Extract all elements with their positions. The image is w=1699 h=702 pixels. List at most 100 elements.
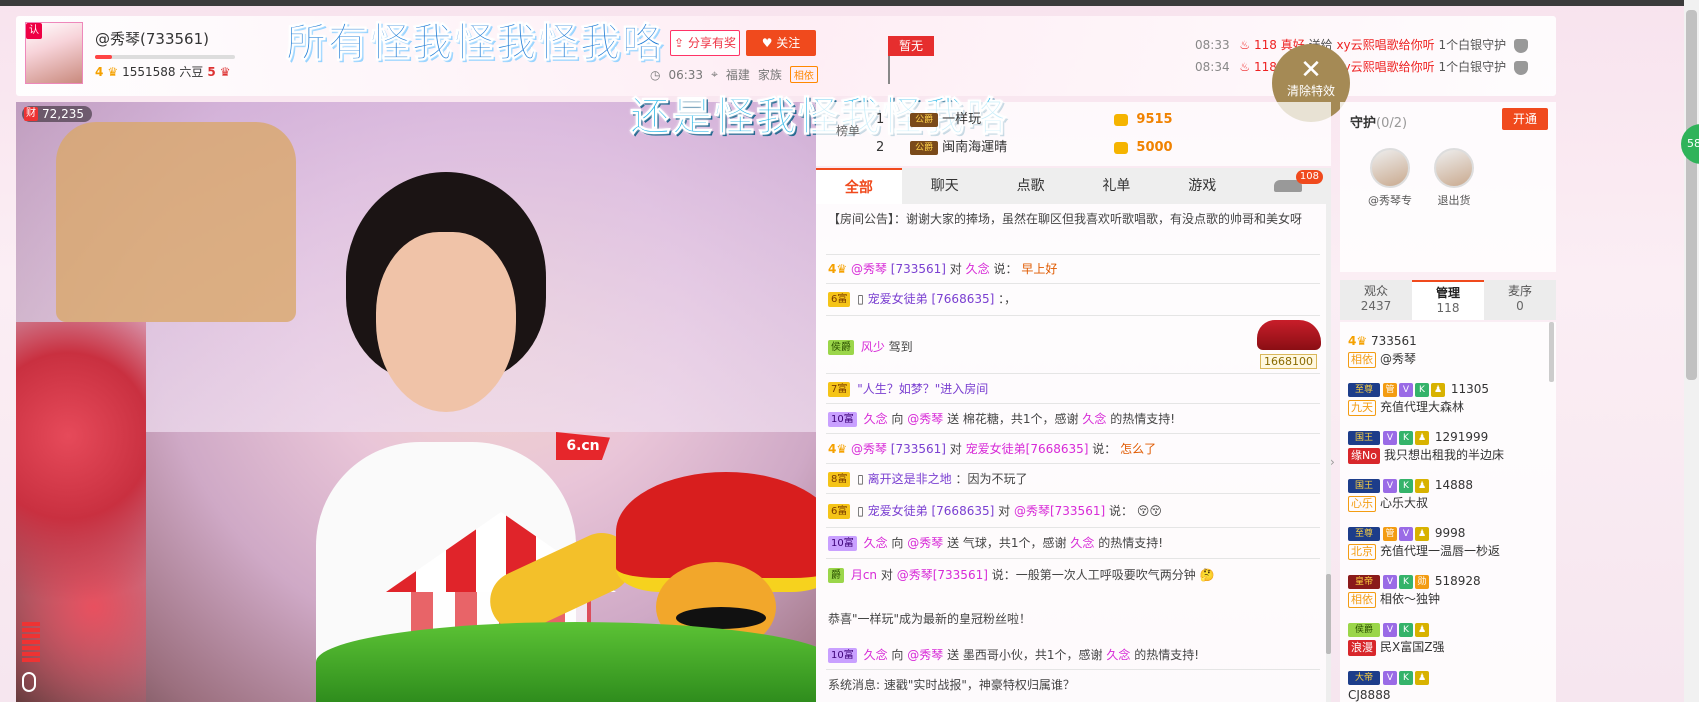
chat-target[interactable]: @秀琴	[907, 536, 943, 550]
open-guard-button[interactable]: 开通	[1502, 108, 1548, 130]
chat-user[interactable]: 久念	[864, 536, 888, 550]
chat-user[interactable]: 月cn	[851, 568, 877, 582]
follow-button[interactable]: ♥ 关注	[746, 30, 816, 56]
chat-message: 4♛ @秀琴 [733561] 对 久念 说： 早上好	[828, 260, 1318, 278]
page-scrollbar[interactable]	[1684, 0, 1699, 702]
clear-effects-label: 清除特效	[1286, 84, 1335, 98]
chat-verb: 对	[880, 568, 893, 582]
chat-target[interactable]: @秀琴	[907, 648, 943, 662]
gift-log: 08:33 ♨ 118 真好 送给 xy云熙唱歌给你听 1个白银守护 08:34…	[1195, 34, 1540, 78]
chat-verb: 向	[891, 412, 904, 426]
guard-avatar	[1434, 148, 1474, 188]
mic-icon[interactable]	[22, 672, 36, 692]
family-label: 家族	[757, 68, 782, 82]
tab-managers[interactable]: 管理 118	[1412, 280, 1484, 320]
gift-target[interactable]: xy云熙唱歌给你听	[1336, 60, 1434, 74]
rank-row[interactable]: 1 公爵 一样玩 9515	[876, 106, 1306, 134]
tab-gift[interactable]: 礼单	[1073, 168, 1159, 204]
rank-label[interactable]: 榜单	[836, 122, 860, 139]
chat-tail: 的热情支持!	[1134, 648, 1200, 662]
chat-user[interactable]: 久念	[864, 412, 888, 426]
chat-target[interactable]: @秀琴[733561]	[897, 568, 988, 582]
k-icon: K	[1399, 670, 1413, 685]
collapse-arrow-icon[interactable]: ›	[1330, 455, 1340, 481]
crown-icon: ♛	[1356, 334, 1368, 348]
chat-thanks-user[interactable]: 久念	[1082, 412, 1106, 426]
guard-member[interactable]: 退出货	[1424, 148, 1484, 208]
guard-member[interactable]: @秀琴专	[1360, 148, 1420, 208]
chat-user[interactable]: 风少	[861, 340, 885, 354]
user-icon: ♟	[1415, 622, 1429, 637]
system-message[interactable]: 系统消息: 速戳"实时战报"，神豪特权归属谁？	[828, 676, 1318, 694]
scroll-thumb[interactable]	[1326, 574, 1331, 654]
user-icon: ♟	[1415, 526, 1429, 541]
chat-target[interactable]: @秀琴	[907, 412, 943, 426]
family-tag[interactable]: 相依	[789, 66, 818, 83]
tab-label: 观众	[1363, 284, 1388, 298]
chat-user[interactable]: 离开这是非之地	[868, 472, 952, 486]
list-item[interactable]: 国王 V K ♟ 14888 心乐 心乐大叔	[1348, 476, 1548, 512]
k-icon: K	[1399, 430, 1413, 445]
watermark-logo: 6.cn	[556, 432, 610, 460]
chat-user[interactable]: 宠爱女徒弟	[868, 292, 928, 306]
live-video[interactable]: 6.cn	[16, 102, 816, 702]
crown-icon: ♛	[836, 262, 848, 276]
gift-log-row: 08:34 ♨ 118 真好 送给 xy云熙唱歌给你听 1个白银守护	[1195, 56, 1540, 78]
chat-target[interactable]: @秀琴[733561]	[1014, 504, 1105, 518]
page-scroll-thumb[interactable]	[1686, 10, 1697, 380]
list-item[interactable]: 4♛ 733561 相依 @秀琴	[1348, 332, 1548, 368]
list-item[interactable]: 侯爵 V K ♟ 浪漫 民X富国Z强	[1348, 620, 1548, 656]
list-item[interactable]: 大帝 V K ♟ CJ8888	[1348, 668, 1548, 702]
manager-list: 4♛ 733561 相依 @秀琴 至尊管 V K ♟ 11305 九天 充值代理大森林 国…	[1340, 322, 1556, 702]
chat-say: 说：	[1092, 442, 1117, 456]
gift-target[interactable]: xy云熙唱歌给你听	[1336, 38, 1434, 52]
chat-scrollbar[interactable]	[1326, 204, 1331, 702]
volume-meter[interactable]	[22, 620, 40, 680]
tab-audience[interactable]: 观众 2437	[1340, 280, 1412, 320]
chat-user[interactable]: 久念	[864, 648, 888, 662]
anchor-name[interactable]: @秀琴(733561)	[95, 28, 209, 49]
flag-badge[interactable]: 暂无	[888, 36, 934, 56]
chat-text: 送 棉花糖，共1个，感谢	[947, 412, 1079, 426]
list-item[interactable]: 皇帝 V K 勋 518928 相依 相依～独钟	[1348, 572, 1548, 608]
wealth-badge: 10富	[828, 536, 857, 551]
chat-user[interactable]: @秀琴	[851, 262, 887, 276]
rank-badge: 至尊	[1348, 526, 1380, 541]
gift-item: 1个白银守护	[1438, 38, 1507, 52]
shield-icon	[1513, 60, 1528, 75]
tab-all[interactable]: 全部	[816, 168, 902, 204]
tab-count: 118	[1436, 301, 1460, 315]
divider	[826, 403, 1320, 404]
tab-game[interactable]: 游戏	[1159, 168, 1245, 204]
fire-icon: ♨	[1239, 60, 1251, 74]
anchor-avatar[interactable]: 认	[25, 22, 83, 84]
list-item[interactable]: 至尊管 V K ♟ 11305 九天 充值代理大森林	[1348, 380, 1548, 416]
chat-thanks-user[interactable]: 久念	[1070, 536, 1094, 550]
chat-message: 爵 月cn 对 @秀琴[733561] 说：一般第一次人工呼吸要吹气两分钟 🤔	[828, 566, 1318, 584]
rank-badge: 大帝	[1348, 670, 1380, 685]
phone-icon: ▯	[857, 472, 864, 486]
tab-car[interactable]: 108	[1245, 168, 1331, 204]
live-time: 06:33	[668, 67, 704, 82]
chat-text: 早上好	[1021, 262, 1058, 276]
tab-chat[interactable]: 聊天	[902, 168, 988, 204]
list-scrollbar[interactable]	[1549, 322, 1554, 382]
chat-thanks-user[interactable]: 久念	[1106, 648, 1130, 662]
grass-effect	[316, 622, 816, 702]
room-notice: 【房间公告】：谢谢大家的捧场，虽然在聊区但我喜欢听歌唱歌，有没点歌的帅哥和美女呀	[828, 212, 1303, 226]
divider	[826, 433, 1320, 434]
list-item[interactable]: 国王 V K ♟ 1291999 缘No 我只想出租我的半边床	[1348, 428, 1548, 464]
divider	[826, 373, 1320, 374]
tab-song[interactable]: 点歌	[988, 168, 1074, 204]
rank-row[interactable]: 2 公爵 闽南海運晴 5000	[876, 134, 1306, 162]
share-button[interactable]: ⇪ 分享有奖	[670, 30, 740, 56]
tab-mic-queue[interactable]: 麦序 0	[1484, 280, 1556, 320]
chat-user[interactable]: 宠爱女徒弟	[868, 504, 928, 518]
wealth-badge: 7富	[828, 382, 851, 397]
list-item[interactable]: 至尊管 V ♟ 9998 北京 充值代理一温唇一杪返	[1348, 524, 1548, 560]
chat-target[interactable]: 宠爱女徒弟[7668635]	[966, 442, 1089, 456]
chat-user[interactable]: @秀琴	[851, 442, 887, 456]
rank-number: 1	[876, 112, 885, 127]
family-tag: 心乐	[1348, 495, 1376, 512]
chat-target[interactable]: 久念	[966, 262, 990, 276]
